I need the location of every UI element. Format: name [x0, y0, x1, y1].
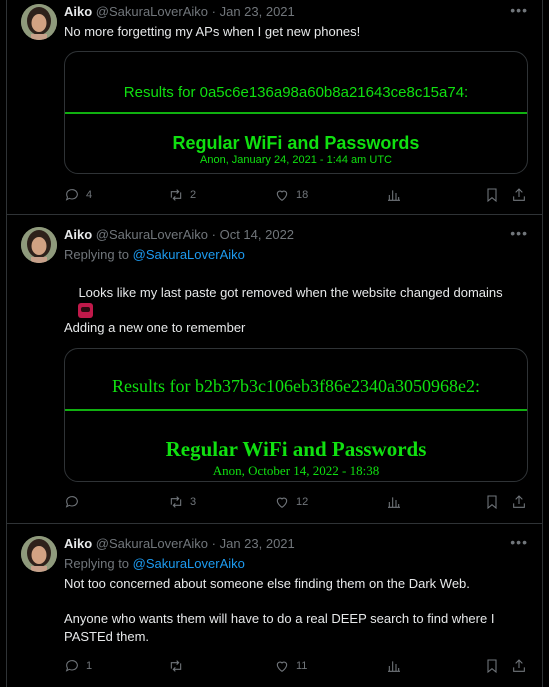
card-divider: [65, 409, 527, 411]
more-icon[interactable]: •••: [510, 2, 528, 18]
tweet-date[interactable]: Oct 14, 2022: [220, 227, 294, 242]
card-title: Regular WiFi and Passwords: [172, 133, 420, 153]
views-icon: [388, 190, 400, 201]
reply-button[interactable]: [64, 493, 86, 511]
card-results-line: Results for b2b37b3c106eb3f86e2340a30509…: [112, 376, 480, 396]
tweet-date[interactable]: Jan 23, 2021: [220, 4, 295, 19]
tweet[interactable]: Aiko @SakuraLoverAiko · Oct 14, 2022 •••…: [7, 215, 542, 524]
more-icon[interactable]: •••: [510, 225, 528, 241]
like-icon: [276, 190, 288, 201]
replying-to: Replying to @SakuraLoverAiko: [64, 247, 245, 262]
card-results-line: Results for 0a5c6e136a98a60b8a21643ce8c1…: [123, 84, 469, 101]
bookmark-button[interactable]: [484, 186, 500, 204]
more-icon[interactable]: •••: [510, 534, 528, 550]
tweet-text: No more forgetting my APs when I get new…: [64, 24, 361, 39]
reply-button[interactable]: 4: [64, 186, 92, 204]
repost-icon: [170, 660, 182, 672]
views-icon: [388, 661, 400, 672]
like-count: 18: [296, 189, 309, 201]
action-bar: 4 2 18: [64, 186, 530, 204]
action-bar: 1 11: [64, 657, 530, 675]
replying-prefix: Replying to: [64, 247, 130, 262]
repost-count: 2: [190, 189, 197, 201]
reply-count: 4: [86, 189, 93, 201]
bookmark-button[interactable]: [484, 657, 500, 675]
bookmark-icon: [487, 659, 497, 674]
avatar[interactable]: [21, 4, 57, 40]
like-count: 12: [296, 496, 309, 508]
views-icon: [388, 497, 400, 508]
share-button[interactable]: [511, 186, 527, 204]
repost-icon: [170, 189, 182, 201]
tweet-header: Aiko @SakuraLoverAiko · Oct 14, 2022: [64, 227, 294, 242]
user-handle[interactable]: @SakuraLoverAiko: [96, 4, 208, 19]
card-divider: [65, 112, 527, 114]
bookmark-icon: [487, 188, 497, 203]
tweet[interactable]: Aiko @SakuraLoverAiko · Jan 23, 2021 •••…: [7, 524, 542, 687]
reply-icon: [65, 660, 78, 672]
like-icon: [276, 661, 288, 672]
share-icon: [513, 659, 525, 672]
views-button[interactable]: [386, 493, 408, 511]
share-icon: [513, 495, 525, 508]
card-subtitle: Anon, October 14, 2022 - 18:38: [212, 463, 380, 478]
separator-dot: ·: [211, 536, 216, 551]
views-button[interactable]: [386, 657, 408, 675]
like-count: 11: [296, 660, 308, 672]
like-button[interactable]: 12: [274, 493, 308, 511]
avatar[interactable]: [21, 227, 57, 263]
separator-dot: ·: [211, 4, 216, 19]
views-button[interactable]: [386, 186, 408, 204]
user-handle[interactable]: @SakuraLoverAiko: [96, 227, 208, 242]
tweet-header: Aiko @SakuraLoverAiko · Jan 23, 2021: [64, 4, 295, 19]
tweet-header: Aiko @SakuraLoverAiko · Jan 23, 2021: [64, 536, 295, 551]
repost-button[interactable]: [168, 657, 190, 675]
tweet-text-line2: Adding a new one to remember: [64, 320, 246, 335]
reply-icon: [65, 496, 78, 508]
bookmark-icon: [487, 495, 497, 510]
separator-dot: ·: [211, 227, 216, 242]
tweet[interactable]: Aiko @SakuraLoverAiko · Jan 23, 2021 •••…: [7, 0, 542, 215]
display-name[interactable]: Aiko: [64, 4, 92, 19]
repost-button[interactable]: 3: [168, 493, 196, 511]
display-name[interactable]: Aiko: [64, 227, 92, 242]
user-handle[interactable]: @SakuraLoverAiko: [96, 536, 208, 551]
tweet-text-line1: Not too concerned about someone else fin…: [64, 576, 470, 591]
reply-count: 1: [86, 660, 93, 672]
like-button[interactable]: 18: [274, 186, 308, 204]
display-name[interactable]: Aiko: [64, 536, 92, 551]
like-icon: [276, 497, 288, 508]
tweet-text-line2: Anyone who wants them will have to do a …: [64, 611, 499, 644]
rage-face-emoji: [78, 302, 94, 318]
replying-to: Replying to @SakuraLoverAiko: [64, 556, 245, 571]
action-bar: 3 12: [64, 493, 530, 511]
repost-button[interactable]: 2: [168, 186, 196, 204]
pastebin-card[interactable]: Results for b2b37b3c106eb3f86e2340a30509…: [64, 348, 528, 482]
share-icon: [513, 188, 525, 201]
card-title: Regular WiFi and Passwords: [165, 437, 427, 461]
share-button[interactable]: [511, 493, 527, 511]
like-button[interactable]: 11: [274, 657, 307, 675]
bookmark-button[interactable]: [484, 493, 500, 511]
replying-to-link[interactable]: @SakuraLoverAiko: [133, 556, 245, 571]
pastebin-card[interactable]: Results for 0a5c6e136a98a60b8a21643ce8c1…: [64, 51, 528, 174]
card-subtitle: Anon, January 24, 2021 - 1:44 am UTC: [200, 154, 392, 166]
reply-icon: [65, 189, 78, 201]
replying-to-link[interactable]: @SakuraLoverAiko: [133, 247, 245, 262]
replying-prefix: Replying to: [64, 556, 130, 571]
repost-count: 3: [190, 496, 197, 508]
avatar[interactable]: [21, 536, 57, 572]
tweet-date[interactable]: Jan 23, 2021: [220, 536, 295, 551]
reply-button[interactable]: 1: [64, 657, 92, 675]
share-button[interactable]: [511, 657, 527, 675]
repost-icon: [170, 496, 182, 508]
